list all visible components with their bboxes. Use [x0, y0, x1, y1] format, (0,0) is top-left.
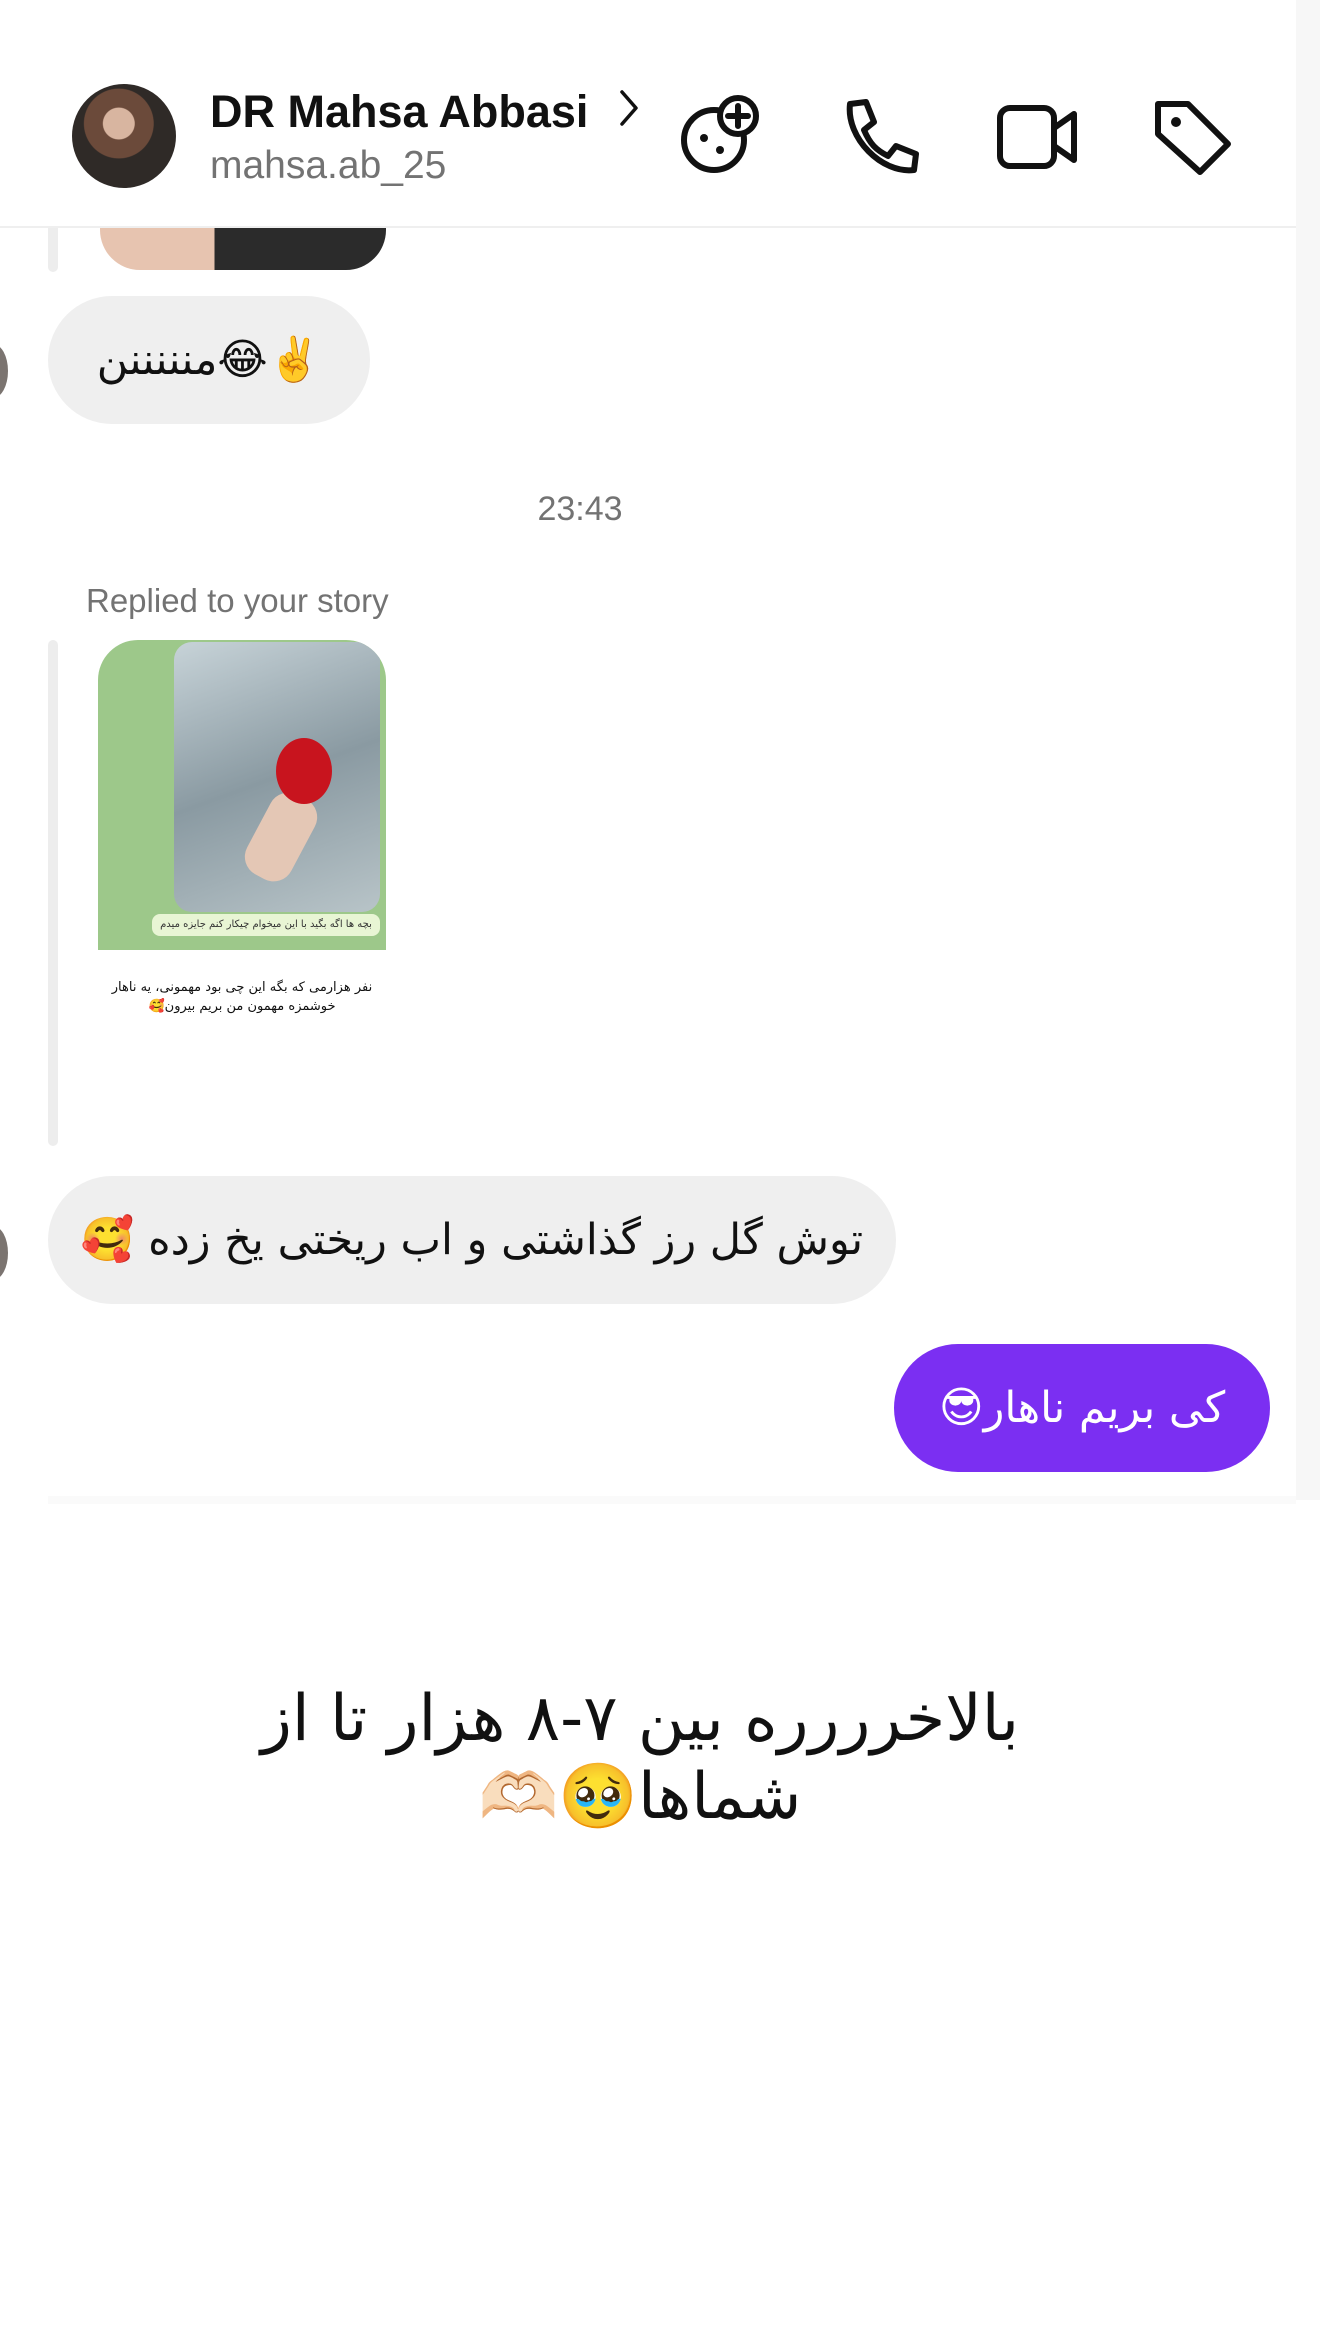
scroll-gutter [1296, 0, 1320, 1500]
message-timestamp: 23:43 [537, 490, 623, 528]
story-preview[interactable]: بچه ها اگه بگید با این میخوام چیکار کنم … [98, 640, 386, 1110]
add-effect-icon[interactable] [676, 94, 762, 180]
message-bubble-incoming[interactable]: ✌️😂منننننن [48, 296, 370, 424]
contact-handle: mahsa.ab_25 [210, 144, 447, 187]
overlay-caption: بالاخرررره بین ۷-۸ هزار تا از شماها🥹🫶🏻 [260, 1682, 1020, 1834]
story-caption: بچه ها اگه بگید با این میخوام چیکار کنم … [152, 914, 380, 936]
reply-thread-line [48, 640, 58, 1146]
message-text: توش گل رز گذاشتی و اب ریختی یخ زده 🥰 [80, 1215, 864, 1265]
avatar[interactable] [72, 84, 176, 188]
sender-avatar[interactable] [0, 1226, 8, 1280]
chevron-right-icon[interactable] [614, 86, 644, 130]
divider [48, 1496, 1296, 1504]
video-call-icon[interactable] [994, 94, 1080, 180]
balloon-image [276, 738, 332, 804]
phone-icon[interactable] [836, 94, 922, 180]
tag-icon[interactable] [1150, 94, 1236, 180]
story-photo [174, 642, 380, 912]
chat-header: DR Mahsa Abbasi mahsa.ab_25 [0, 0, 1296, 228]
message-text: ✌️😂منننننن [96, 335, 322, 385]
replied-to-story-label: Replied to your story [86, 582, 389, 619]
story-text: نفر هزارمی که بگه این چی بود مهمونی، یه … [111, 980, 373, 1014]
sender-avatar[interactable] [0, 344, 8, 398]
message-bubble-outgoing[interactable]: کی بریم ناهار😎 [894, 1344, 1270, 1472]
message-bubble-incoming[interactable]: توش گل رز گذاشتی و اب ریختی یخ زده 🥰 [48, 1176, 896, 1304]
message-text: کی بریم ناهار😎 [938, 1383, 1226, 1433]
contact-name[interactable]: DR Mahsa Abbasi [210, 86, 588, 138]
